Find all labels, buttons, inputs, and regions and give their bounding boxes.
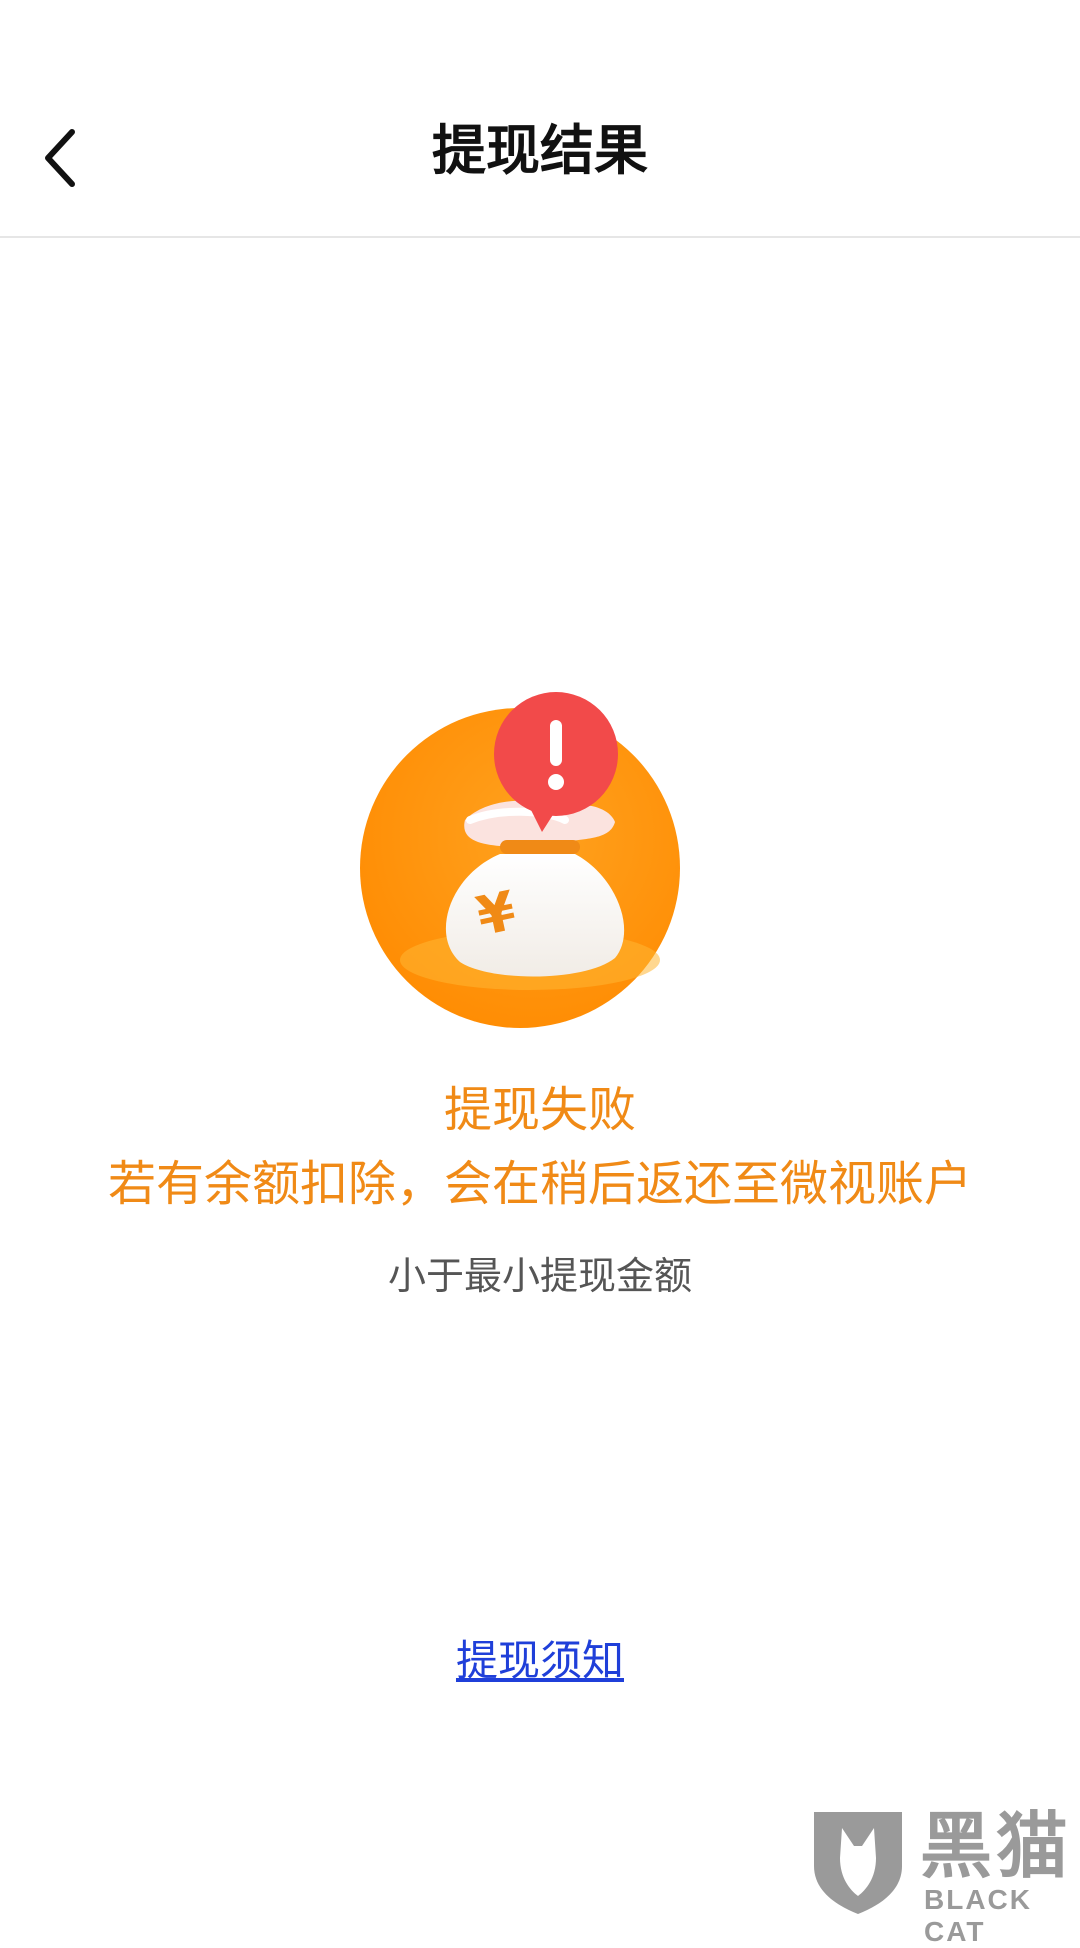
watermark-name-en: BLACK CAT: [924, 1884, 1032, 1947]
watermark-name-cn: 黑猫: [920, 1804, 1073, 1888]
status-description: 若有余额扣除，会在稍后返还至微视账户: [107, 1156, 972, 1212]
cat-shield-icon: [814, 1812, 902, 1914]
withdraw-notice: 提现须知: [0, 1633, 1080, 1689]
status-title: 提现失败: [443, 1082, 636, 1138]
top-bar: 提现结果: [0, 0, 1080, 238]
failure-reason: 小于最小提现金额: [387, 1254, 692, 1298]
page-title: 提现结果: [432, 119, 648, 182]
withdraw-notice-link[interactable]: 提现须知: [456, 1636, 624, 1685]
money-bag-alert-icon: ¥: [360, 690, 700, 1030]
watermark-logo: 黑猫 BLACK CAT: [808, 1804, 1080, 1947]
